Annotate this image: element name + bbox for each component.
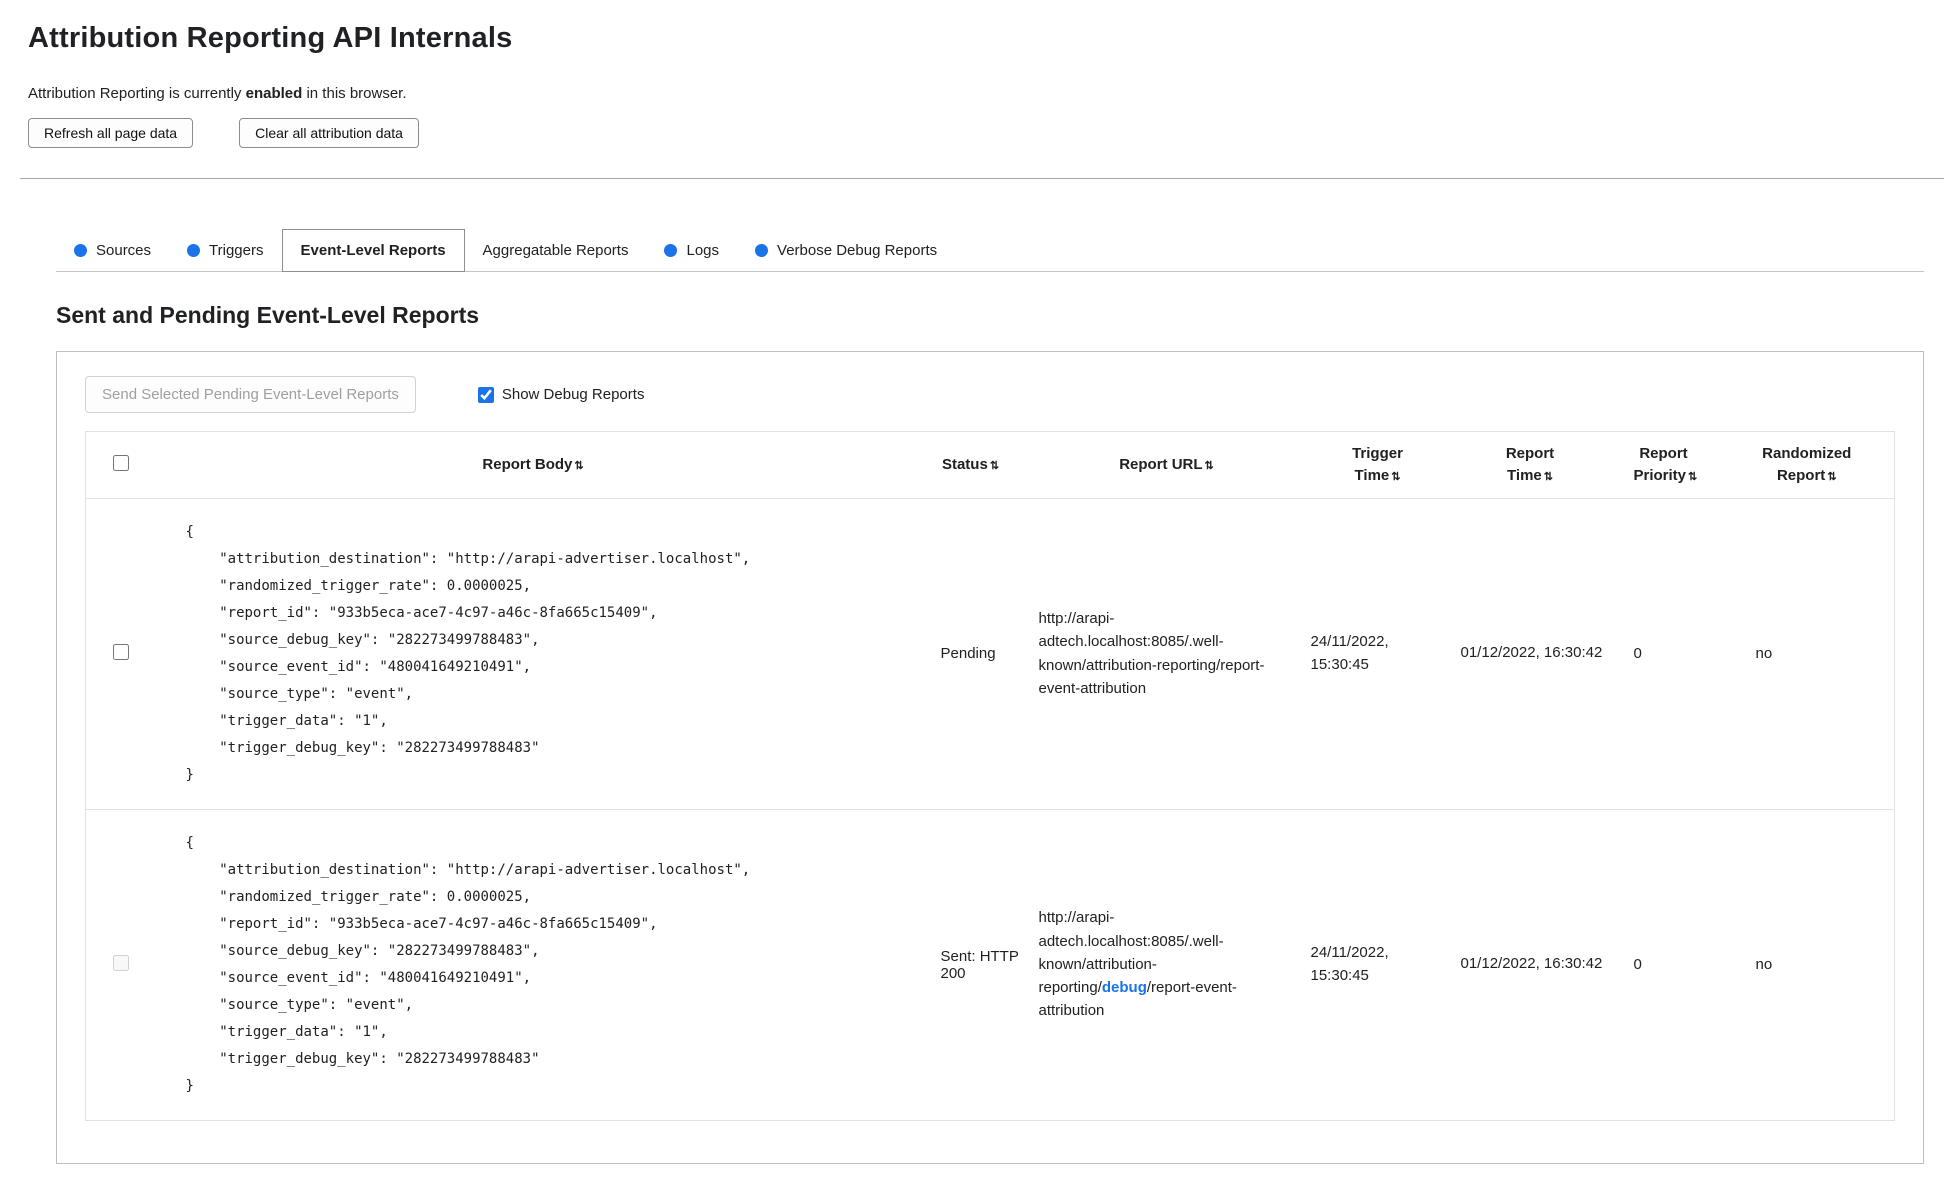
send-selected-button[interactable]: Send Selected Pending Event-Level Report… — [85, 376, 416, 413]
sort-icon: ⇅ — [574, 459, 584, 472]
url-prefix: http://arapi-adtech.localhost:8085/.well… — [1038, 610, 1224, 674]
col-header-label: Report Body — [482, 455, 573, 473]
col-header-status[interactable]: Status ⇅ — [911, 432, 1031, 499]
reports-panel: Send Selected Pending Event-Level Report… — [56, 351, 1924, 1164]
refresh-all-button[interactable]: Refresh all page data — [28, 118, 194, 148]
report-time-cell: 01/12/2022, 16:30:42 — [1460, 644, 1603, 662]
sort-icon: ⇅ — [1391, 470, 1401, 483]
section-heading: Sent and Pending Event-Level Reports — [56, 302, 480, 328]
report-priority-cell: 0 — [1633, 956, 1642, 973]
sort-icon: ⇅ — [1204, 459, 1214, 472]
report-body-cell: { "attribution_destination": "http://ara… — [156, 809, 911, 1120]
col-header-label: Report Priority — [1633, 445, 1688, 484]
report-body-json: { "attribution_destination": "http://ara… — [185, 523, 751, 783]
tab-label: Event-Level Reports — [300, 242, 446, 259]
col-header-report-body[interactable]: Report Body ⇅ — [156, 432, 911, 499]
report-url-cell: http://arapi-adtech.localhost:8085/.well… — [1031, 809, 1303, 1120]
show-debug-label: Show Debug Reports — [501, 386, 645, 403]
reports-table: Report Body ⇅ Status ⇅ Report URL ⇅ Trigger… — [85, 431, 1895, 1121]
status-cell: Sent: HTTP 200 — [940, 947, 1019, 982]
status-suffix: in this browser. — [302, 85, 407, 102]
status-text: Attribution Reporting is currently enabl… — [28, 85, 1920, 102]
show-debug-checkbox[interactable] — [477, 386, 494, 403]
status-enabled-emphasis: enabled — [245, 85, 303, 102]
randomized-report-cell: no — [1755, 956, 1773, 973]
main-content: Sources Triggers Event-Level Reports Agg… — [0, 229, 1948, 1164]
tab-event-level-reports[interactable]: Event-Level Reports — [281, 229, 465, 272]
tab-logs[interactable]: Logs — [646, 230, 737, 271]
report-row-pending: { "attribution_destination": "http://ara… — [85, 498, 1895, 809]
report-priority-cell: 0 — [1633, 645, 1642, 662]
trigger-time-cell: 24/11/2022, 15:30:45 — [1310, 633, 1389, 673]
report-time-cell: 01/12/2022, 16:30:42 — [1460, 955, 1603, 973]
data-dot-icon — [74, 244, 87, 257]
sort-icon: ⇅ — [1827, 470, 1837, 483]
page-header: Attribution Reporting API Internals Attr… — [0, 0, 1948, 148]
report-body-cell: { "attribution_destination": "http://ara… — [156, 498, 911, 809]
row-select-cell — [86, 498, 156, 809]
show-debug-toggle[interactable]: Show Debug Reports — [477, 386, 645, 403]
clear-all-button[interactable]: Clear all attribution data — [239, 118, 419, 148]
col-header-report-url[interactable]: Report URL ⇅ — [1031, 432, 1303, 499]
debug-path-segment: debug — [1101, 979, 1147, 997]
col-header-randomized-report[interactable]: Randomized Report ⇅ — [1720, 432, 1895, 499]
select-all-checkbox[interactable] — [112, 454, 129, 471]
panel-toolbar: Send Selected Pending Event-Level Report… — [85, 376, 1895, 413]
col-header-label: Report URL — [1119, 455, 1203, 473]
report-body-json: { "attribution_destination": "http://ara… — [185, 834, 751, 1094]
col-header-label: Status — [941, 455, 988, 473]
row-select-cell — [86, 809, 156, 1120]
attribution-internals-page: Attribution Reporting API Internals Attr… — [0, 0, 1948, 1188]
data-dot-icon — [187, 244, 201, 257]
report-url-cell: http://arapi-adtech.localhost:8085/.well… — [1031, 498, 1303, 809]
randomized-report-cell: no — [1755, 645, 1773, 662]
tab-bar: Sources Triggers Event-Level Reports Agg… — [56, 229, 1924, 272]
row-select-checkbox-disabled — [112, 954, 129, 971]
data-dot-icon — [755, 244, 769, 257]
select-all-cell — [86, 432, 156, 499]
tab-triggers[interactable]: Triggers — [169, 230, 281, 271]
table-header-row: Report Body ⇅ Status ⇅ Report URL ⇅ Trigger… — [85, 432, 1895, 499]
col-header-report-time[interactable]: Report Time ⇅ — [1453, 432, 1608, 499]
tab-aggregatable-reports[interactable]: Aggregatable Reports — [465, 230, 647, 271]
col-header-label: Randomized Report — [1762, 445, 1852, 484]
col-header-trigger-time[interactable]: Trigger Time ⇅ — [1303, 432, 1453, 499]
tab-label: Logs — [686, 242, 720, 259]
divider — [20, 178, 1944, 179]
tab-sources[interactable]: Sources — [56, 230, 169, 271]
col-header-report-priority[interactable]: Report Priority ⇅ — [1608, 432, 1720, 499]
sort-icon: ⇅ — [989, 459, 1000, 472]
header-actions: Refresh all page data Clear all attribut… — [28, 118, 1920, 148]
trigger-time-cell: 24/11/2022, 15:30:45 — [1310, 944, 1389, 984]
tab-label: Verbose Debug Reports — [777, 242, 938, 259]
tab-label: Aggregatable Reports — [482, 242, 629, 259]
data-dot-icon — [664, 244, 678, 257]
page-title: Attribution Reporting API Internals — [28, 22, 513, 54]
row-select-checkbox[interactable] — [112, 643, 129, 660]
sort-icon: ⇅ — [1543, 470, 1553, 483]
tab-label: Sources — [96, 242, 152, 259]
status-prefix: Attribution Reporting is currently — [28, 85, 246, 102]
status-cell: Pending — [940, 645, 996, 662]
sort-icon: ⇅ — [1688, 470, 1698, 483]
tab-verbose-debug-reports[interactable]: Verbose Debug Reports — [737, 230, 955, 271]
report-row-sent: { "attribution_destination": "http://ara… — [85, 809, 1895, 1120]
tab-label: Triggers — [209, 242, 264, 259]
